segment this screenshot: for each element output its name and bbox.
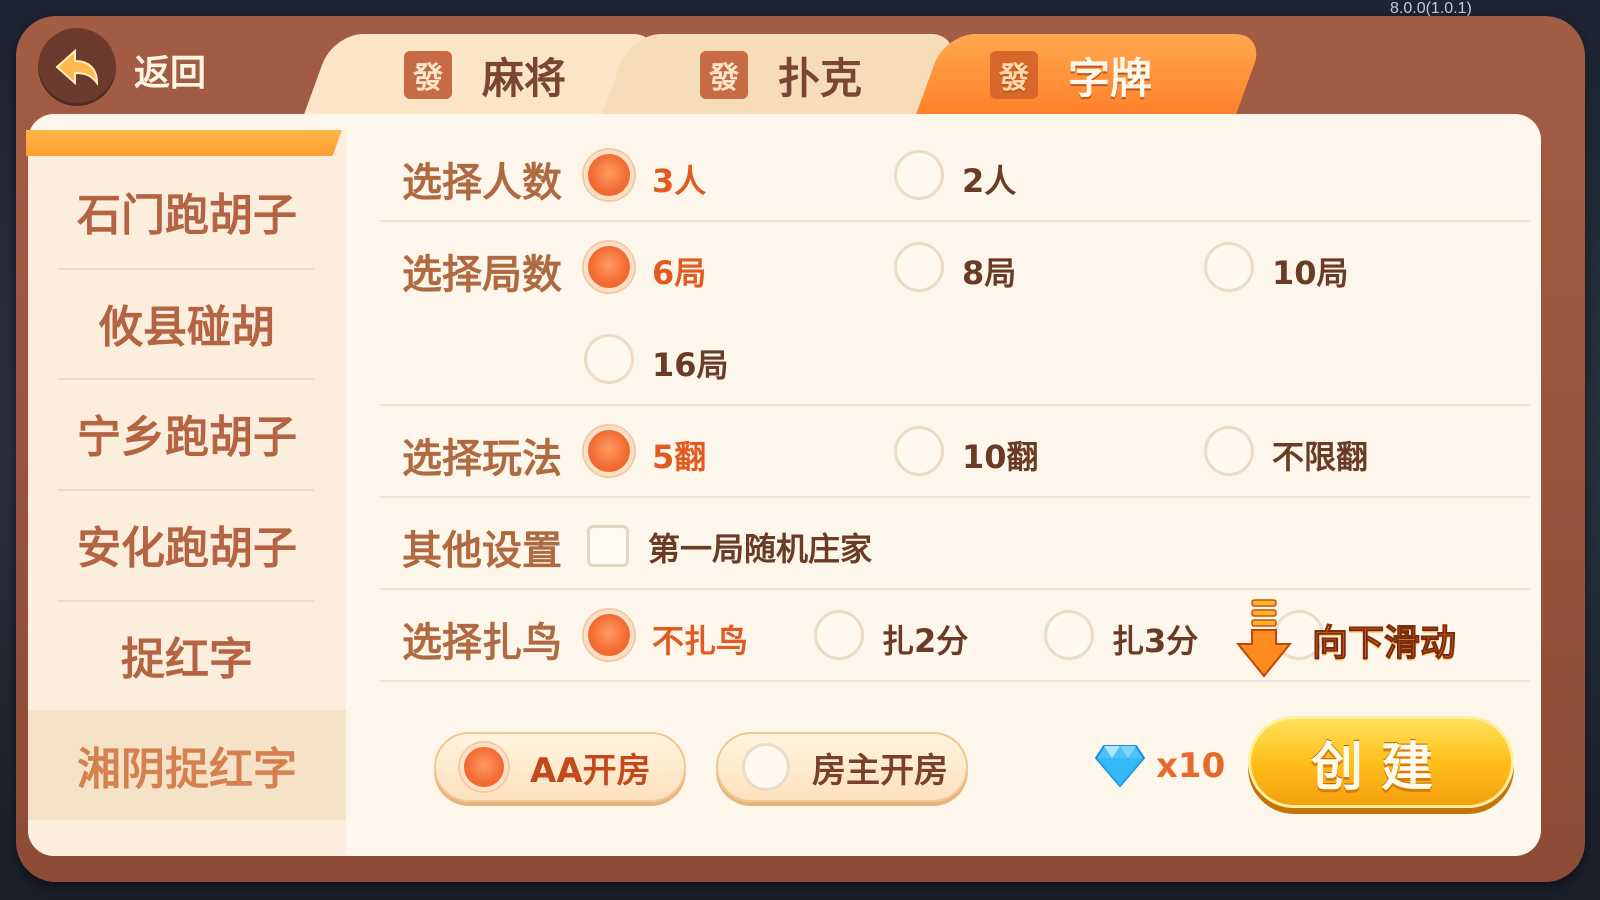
mode-option-5[interactable]: 5翻 (652, 432, 706, 478)
zhaniao-option-3[interactable]: 扎3分 (1112, 616, 1198, 662)
row-divider (380, 588, 1530, 590)
sidebar-item-shimen[interactable]: 石门跑胡子 (28, 156, 346, 266)
aa-room-radio (460, 743, 508, 791)
tab-poker[interactable]: 發 扑克 (676, 34, 886, 116)
mode-radio-5[interactable] (584, 426, 634, 476)
sidebar-item-ningxiang[interactable]: 宁乡跑胡子 (28, 378, 346, 488)
mode-label: 选择玩法 (402, 436, 562, 482)
tab-label: 扑克 (777, 53, 862, 103)
sidebar-highlight-bar (26, 130, 342, 156)
rounds-label: 选择局数 (402, 252, 562, 298)
tab-zipai[interactable]: 發 字牌 (966, 34, 1176, 116)
zhaniao-radio-3[interactable] (1044, 610, 1094, 660)
aa-room-label: AA开房 (530, 750, 651, 791)
rounds-radio-8[interactable] (894, 242, 944, 292)
zhaniao-radio-2[interactable] (814, 610, 864, 660)
row-divider (380, 404, 1530, 406)
back-button[interactable] (38, 28, 116, 106)
back-arrow-icon (55, 48, 99, 87)
host-room-button[interactable]: 房主开房 (716, 732, 968, 802)
tab-label: 字牌 (1067, 53, 1152, 103)
other-settings-label: 其他设置 (402, 528, 562, 574)
create-button[interactable]: 创建 (1248, 716, 1514, 808)
host-room-label: 房主开房 (812, 750, 948, 791)
back-label[interactable]: 返回 (134, 44, 206, 96)
zhaniao-label: 选择扎鸟 (402, 620, 562, 666)
rounds-option-16[interactable]: 16局 (652, 340, 729, 386)
fa-tile-icon: 發 (403, 51, 452, 99)
players-radio-2[interactable] (894, 150, 944, 200)
zhaniao-radio-none[interactable] (584, 610, 634, 660)
random-dealer-label[interactable]: 第一局随机庄家 (648, 524, 872, 570)
row-divider (380, 220, 1530, 222)
players-label: 选择人数 (402, 160, 562, 206)
players-radio-3[interactable] (584, 150, 634, 200)
rounds-option-8[interactable]: 8局 (962, 248, 1016, 294)
random-dealer-checkbox[interactable] (587, 525, 629, 567)
zhaniao-option-2[interactable]: 扎2分 (882, 616, 968, 662)
rounds-radio-10[interactable] (1204, 242, 1254, 292)
scroll-down-arrow-icon (1236, 599, 1292, 678)
mode-radio-unlimited[interactable] (1204, 426, 1254, 476)
scroll-hint: 向下滑动 (1311, 623, 1457, 665)
zhaniao-option-none[interactable]: 不扎鸟 (652, 616, 748, 662)
rounds-radio-16[interactable] (584, 334, 634, 384)
sidebar-item-zhuohongzi[interactable]: 捉红字 (28, 600, 346, 710)
rounds-radio-6[interactable] (584, 242, 634, 292)
mode-radio-10[interactable] (894, 426, 944, 476)
sidebar-item-xiangyin[interactable]: 湘阴捉红字 (28, 710, 346, 820)
row-divider (380, 680, 1530, 682)
diamond-icon (1094, 745, 1146, 788)
mode-option-unlimited[interactable]: 不限翻 (1272, 432, 1368, 478)
diamond-cost: x10 (1156, 746, 1226, 786)
row-divider (380, 496, 1530, 498)
tab-mahjong[interactable]: 發 麻将 (380, 34, 590, 116)
aa-room-button[interactable]: AA开房 (434, 732, 686, 802)
rounds-option-10[interactable]: 10局 (1272, 248, 1349, 294)
fa-tile-icon: 發 (989, 51, 1038, 99)
tab-label: 麻将 (481, 53, 566, 103)
sidebar-item-anhua[interactable]: 安化跑胡子 (28, 489, 346, 599)
players-option-2[interactable]: 2人 (962, 156, 1016, 202)
players-option-3[interactable]: 3人 (652, 156, 706, 202)
host-room-radio (742, 743, 790, 791)
sidebar-item-youxian[interactable]: 攸县碰胡 (28, 268, 346, 378)
mode-option-10[interactable]: 10翻 (962, 432, 1039, 478)
fa-tile-icon: 發 (699, 51, 748, 99)
rounds-option-6[interactable]: 6局 (652, 248, 706, 294)
